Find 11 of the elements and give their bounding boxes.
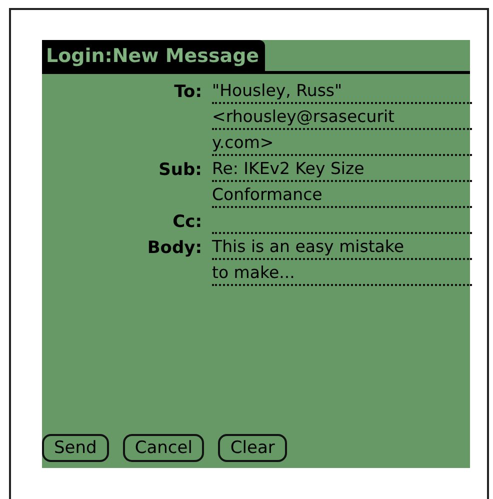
field-label: Sub: — [158, 159, 202, 182]
field-label: Body: — [146, 237, 202, 260]
text-field[interactable]: This is an easy mistake to make... — [212, 236, 472, 288]
field-label: Cc: — [172, 211, 202, 234]
window-title: Login:New Message — [42, 40, 266, 71]
text-field[interactable]: Re: IKEv2 Key Size Conformance — [212, 158, 472, 210]
field-label: To: — [173, 81, 202, 104]
action-button[interactable]: Cancel — [122, 434, 204, 462]
action-button[interactable]: Send — [42, 434, 109, 462]
action-button[interactable]: Clear — [218, 434, 287, 462]
text-field[interactable]: "Housley, Russ" <rhousley@rsasecurit y.com> — [212, 80, 472, 158]
